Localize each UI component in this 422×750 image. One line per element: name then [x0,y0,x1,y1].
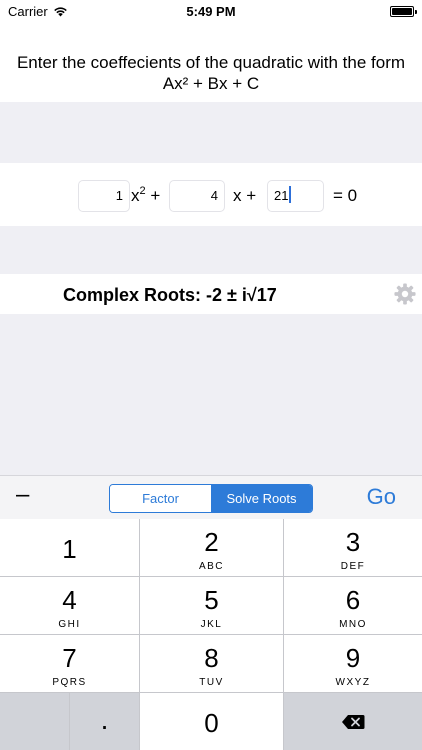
coefficient-a-value: 1 [115,188,123,203]
key-4-digit: 4 [62,585,77,615]
key-decimal-symbol: . [100,704,109,735]
squared-exponent: 2 [139,185,146,197]
key-2[interactable]: 2 ABC [140,519,283,576]
x-squared-term: x2 + [131,180,160,212]
key-4-letters: GHI [58,619,81,630]
coefficient-b-value: 4 [210,188,218,203]
gear-icon[interactable] [394,283,416,305]
go-button[interactable]: Go [367,484,396,510]
battery-icon [390,6,417,17]
x-term-label: x + [233,186,257,205]
key-4[interactable]: 4 GHI [0,577,139,634]
key-2-digit: 2 [204,527,219,557]
key-3-letters: DEF [340,561,366,572]
key-blank [0,693,69,750]
roots-result: Complex Roots: -2 ± i√17 [63,285,277,305]
x-squared-label: x [131,186,140,205]
coefficient-c-value: 21 [274,188,289,203]
minus-button[interactable]: – [16,483,29,507]
coefficient-b-input[interactable]: 4 [169,180,225,212]
key-8-letters: TUV [199,677,224,688]
key-0-digit: 0 [204,708,219,738]
key-5-digit: 5 [204,585,219,615]
key-decimal[interactable]: . [70,693,139,750]
segment-factor[interactable]: Factor [110,485,211,512]
status-time: 5:49 PM [186,4,236,19]
number-keypad: 1 2 ABC 3 DEF 4 GHI 5 JKL 6 MNO 7 PQRS 8 TUV 9 W… [0,519,422,750]
backspace-icon [342,715,365,729]
status-bar: Carrier 5:49 PM [0,0,422,24]
key-3[interactable]: 3 DEF [284,519,422,576]
key-5[interactable]: 5 JKL [140,577,283,634]
key-6[interactable]: 6 MNO [284,577,422,634]
key-1-digit: 1 [62,534,77,564]
keyboard-toolbar: – Factor Solve Roots Go [0,475,422,519]
key-1[interactable]: 1 [0,519,139,576]
key-6-letters: MNO [339,619,367,630]
segment-solve-roots[interactable]: Solve Roots [211,485,312,512]
key-9[interactable]: 9 WXYZ [284,635,422,692]
key-7[interactable]: 7 PQRS [0,635,139,692]
equation-row: 1 x2 + 4 x + 21 = 0 [0,163,422,226]
coefficient-c-input[interactable]: 21 [267,180,324,212]
key-9-letters: WXYZ [335,677,371,688]
delete-key[interactable] [284,693,422,750]
key-8[interactable]: 8 TUV [140,635,283,692]
mode-segmented-control[interactable]: Factor Solve Roots [109,484,313,513]
key-8-digit: 8 [204,643,219,673]
result-row: Complex Roots: -2 ± i√17 [0,274,422,314]
key-7-letters: PQRS [52,677,87,688]
instructions-line-2: Ax² + Bx + C [162,74,260,93]
instructions-line-1: Enter the coeffecients of the quadratic … [16,53,406,72]
key-2-letters: ABC [198,561,225,572]
key-0[interactable]: 0 [140,693,283,750]
text-caret [289,186,292,203]
equals-zero-label: = 0 [333,186,358,205]
key-9-digit: 9 [345,643,361,673]
key-7-digit: 7 [62,643,77,673]
coefficient-a-input[interactable]: 1 [78,180,130,212]
key-6-digit: 6 [345,585,361,615]
key-5-letters: JKL [200,619,223,630]
key-3-digit: 3 [345,527,361,557]
plus-sign: + [150,186,161,205]
instructions-header: Enter the coeffecients of the quadratic … [0,24,422,102]
